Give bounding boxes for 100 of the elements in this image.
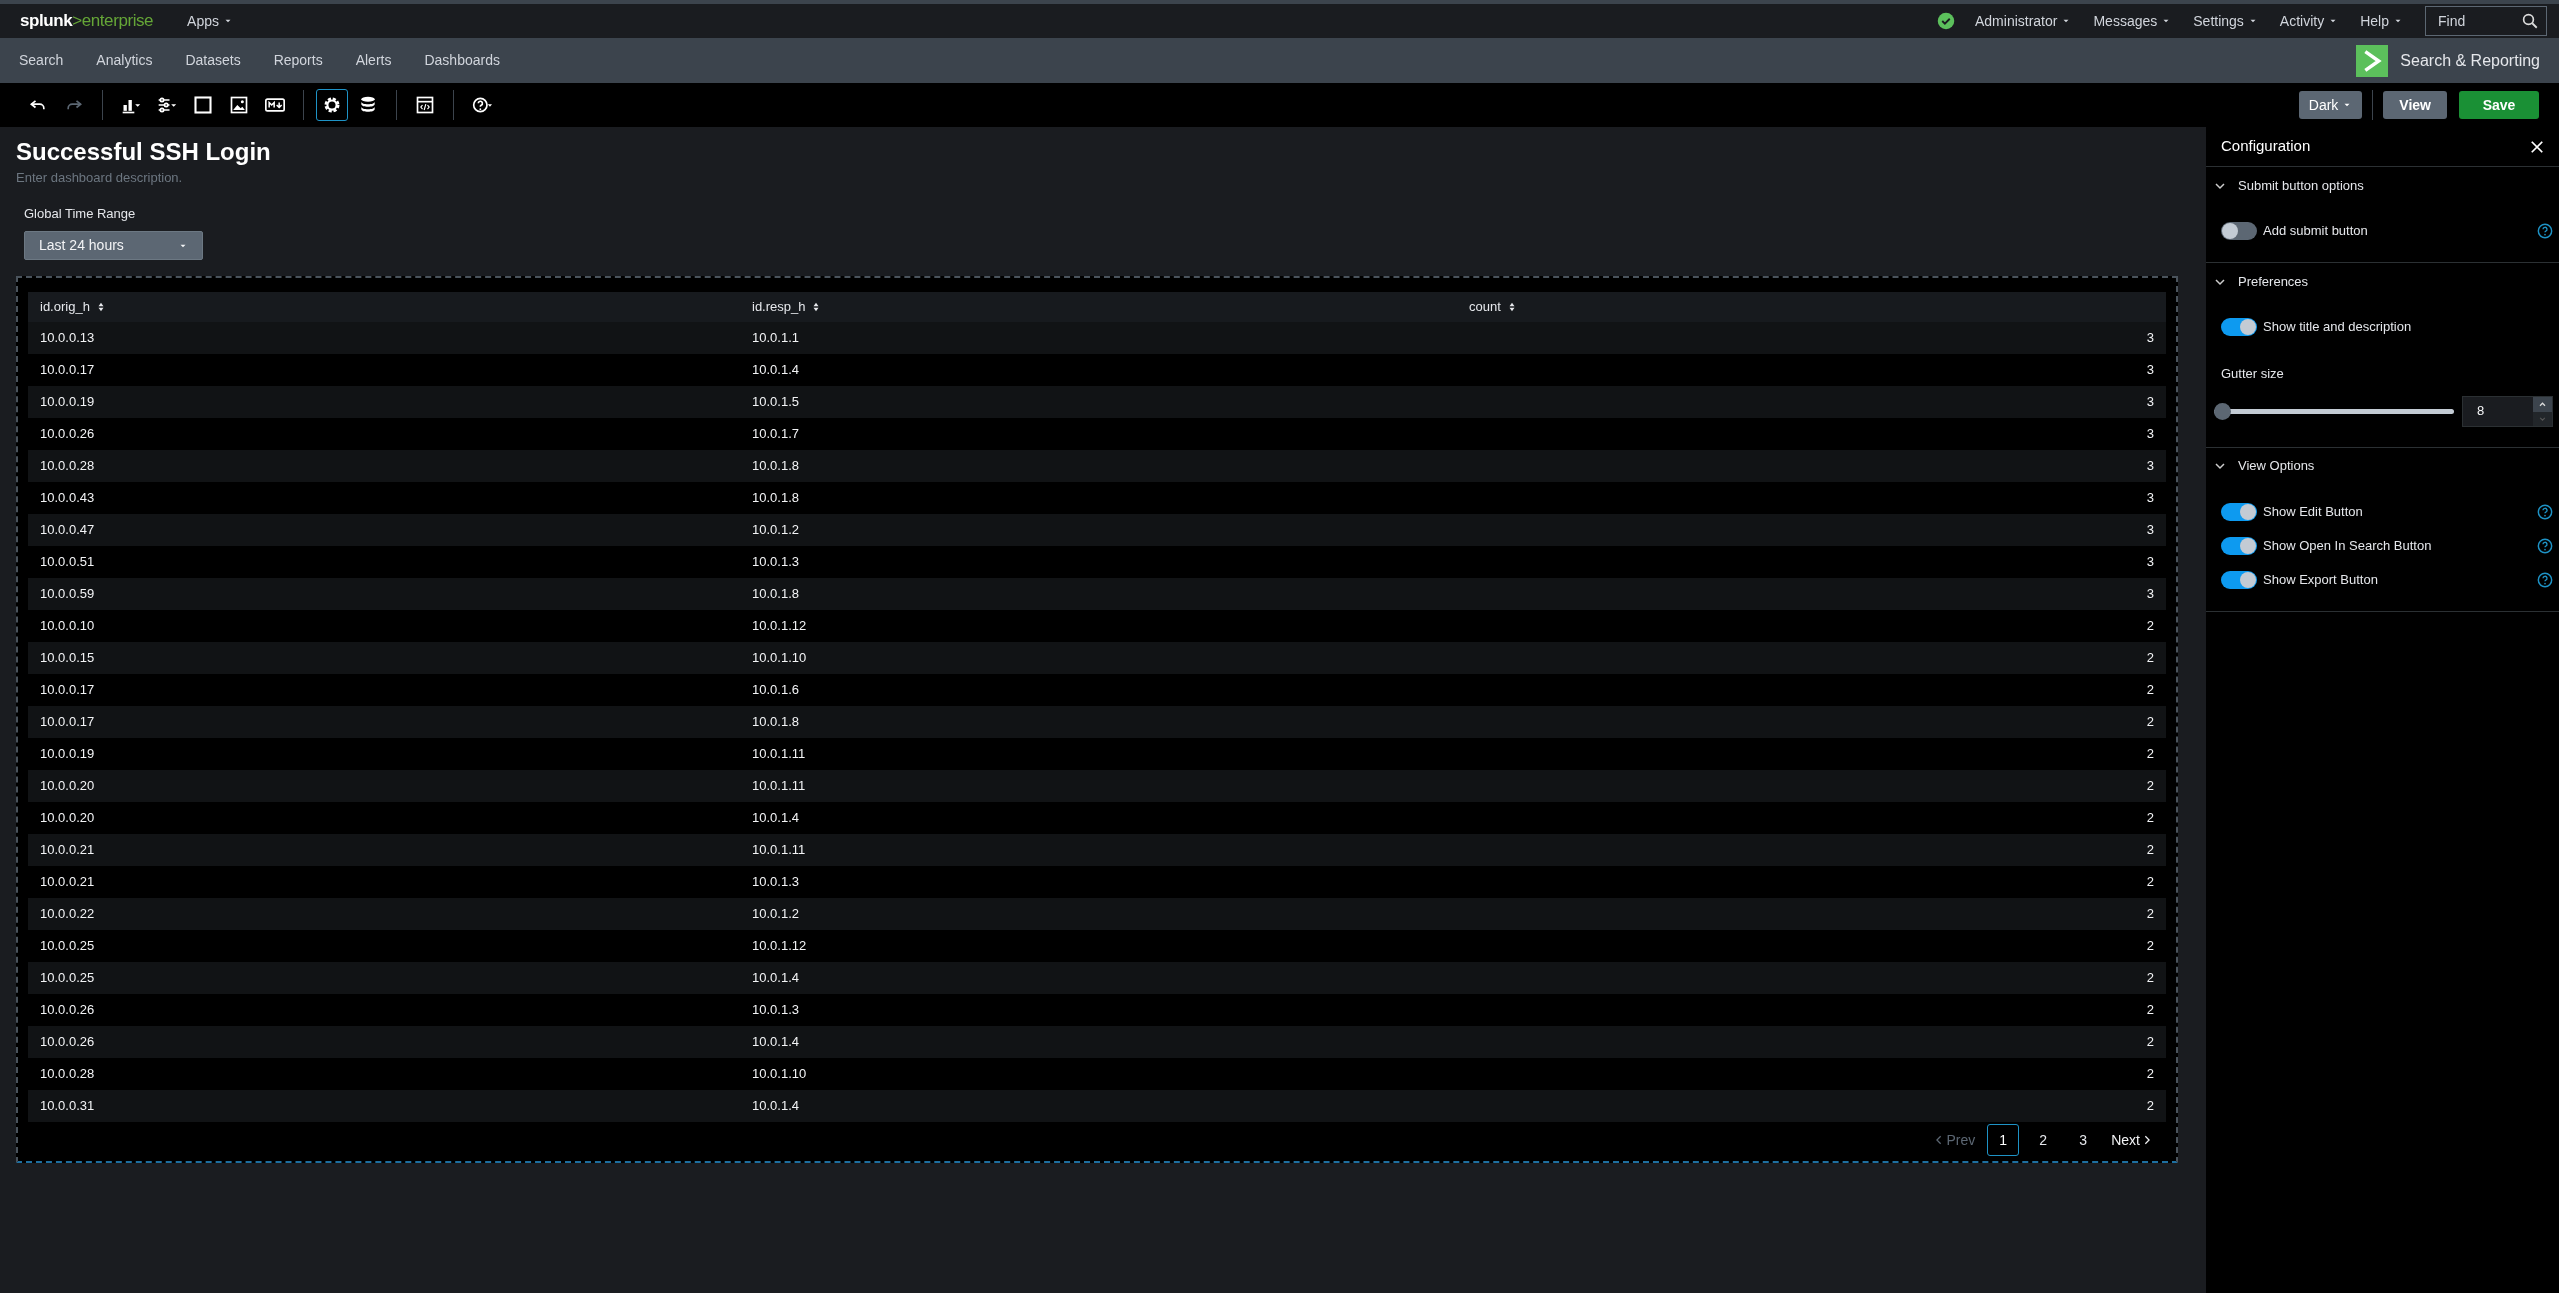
top-menu[interactable]: Settings	[2193, 10, 2258, 32]
time-range-dropdown[interactable]: Last 24 hours	[24, 231, 203, 260]
toggle-label: Show Edit Button	[2263, 502, 2364, 521]
table-cell: 10.0.1.11	[752, 746, 806, 762]
table-cell: 3	[2146, 426, 2154, 442]
settings-button[interactable]	[316, 89, 348, 121]
nav-link[interactable]: Search	[19, 50, 64, 71]
table-cell: 3	[2146, 330, 2154, 346]
toggle-label: Show Open In Search Button	[2263, 536, 2433, 555]
toggle-switch[interactable]	[2221, 318, 2257, 336]
toggle-switch[interactable]	[2221, 536, 2257, 555]
nav-link[interactable]: Analytics	[96, 50, 153, 71]
page-button[interactable]: 2	[2027, 1124, 2060, 1156]
view-button[interactable]: View	[2383, 91, 2447, 119]
settings-icon	[322, 95, 342, 115]
table-cell: 3	[2146, 362, 2154, 378]
section-header[interactable]: Submit button options	[2206, 167, 2364, 204]
close-button[interactable]	[2530, 139, 2544, 154]
table-cell: 10.0.0.59	[40, 586, 95, 602]
column-header[interactable]: id.resp_h	[740, 297, 1457, 317]
table-cell: 10.0.0.21	[40, 874, 95, 890]
column-header[interactable]: id.orig_h	[28, 297, 740, 317]
table-cell: 2	[2146, 1066, 2154, 1082]
slider-thumb[interactable]	[2214, 402, 2231, 420]
chevron-down-icon	[2214, 460, 2226, 472]
table-cell: 10.0.0.51	[40, 554, 95, 570]
chevron-up-icon	[2533, 396, 2552, 412]
table-cell: 10.0.0.10	[40, 618, 95, 634]
table-cell: 3	[2146, 554, 2154, 570]
table-cell: 2	[2146, 714, 2154, 730]
table-cell: 10.0.0.19	[40, 394, 95, 410]
table-cell: 2	[2146, 874, 2154, 890]
toggle-switch[interactable]	[2221, 570, 2257, 589]
table-cell: 10.0.0.28	[40, 1066, 95, 1082]
top-menu[interactable]: Messages	[2093, 10, 2172, 32]
table-cell: 2	[2146, 746, 2154, 762]
dashboard-title: Successful SSH Login	[16, 137, 272, 167]
table-cell: 10.0.0.47	[40, 522, 95, 538]
table-cell: 10.0.0.20	[40, 810, 95, 826]
table-cell: 2	[2146, 970, 2154, 986]
page-button[interactable]: 1	[1987, 1124, 2020, 1156]
toggle-switch[interactable]	[2221, 222, 2257, 240]
sliders-icon	[157, 95, 177, 115]
help-icon[interactable]	[2537, 537, 2553, 554]
number-field[interactable]: 8	[2462, 395, 2553, 427]
nav-link[interactable]: Datasets	[185, 50, 241, 71]
table-cell: 10.0.0.22	[40, 906, 95, 922]
nav-link[interactable]: Dashboards	[424, 50, 500, 71]
table-cell: 10.0.1.12	[752, 618, 807, 634]
table-cell: 10.0.0.25	[40, 938, 95, 954]
table-cell: 10.0.0.15	[40, 650, 95, 666]
table-cell: 10.0.0.31	[40, 1098, 95, 1114]
help-icon[interactable]	[2537, 223, 2553, 239]
table-cell: 10.0.1.4	[752, 1098, 799, 1114]
table-cell: 10.0.1.10	[752, 1066, 807, 1082]
panel-title: Configuration	[2221, 136, 2311, 157]
theme-dropdown[interactable]: Dark	[2298, 91, 2363, 119]
nav-link[interactable]: Alerts	[355, 50, 392, 71]
column-header[interactable]: count	[1457, 297, 2166, 317]
help-icon[interactable]	[2537, 503, 2553, 520]
nav-link[interactable]: Reports	[273, 50, 323, 71]
image-icon	[229, 95, 249, 115]
table-cell: 10.0.1.8	[752, 490, 799, 506]
table-cell: 10.0.0.25	[40, 970, 95, 986]
toggle-switch[interactable]	[2221, 502, 2257, 521]
table-cell: 10.0.0.17	[40, 714, 95, 730]
help-icon	[472, 95, 492, 115]
next-page-button[interactable]: Next	[2107, 1129, 2156, 1151]
table-cell: 10.0.0.13	[40, 330, 95, 346]
page-button[interactable]: 3	[2067, 1124, 2100, 1156]
top-menu[interactable]: Administrator	[1975, 10, 2072, 32]
section-header[interactable]: Preferences	[2206, 263, 2309, 300]
table-cell: 10.0.1.8	[752, 458, 799, 474]
check-circle-icon	[1937, 12, 1955, 30]
table-cell: 10.0.0.21	[40, 842, 95, 858]
apps-menu[interactable]: Apps	[187, 10, 234, 32]
table-cell: 10.0.1.4	[752, 810, 799, 826]
toggle-label: Show Export Button	[2263, 570, 2379, 589]
table-cell: 2	[2146, 1002, 2154, 1018]
table-cell: 3	[2146, 394, 2154, 410]
find-field[interactable]: Find	[2425, 6, 2547, 36]
section-header[interactable]: View Options	[2206, 447, 2315, 485]
close-icon	[2530, 139, 2544, 154]
input-label: Global Time Range	[24, 204, 137, 223]
dashboard-description: Enter dashboard description.	[16, 169, 184, 187]
table-cell: 2	[2146, 842, 2154, 858]
app-name: Search & Reporting	[2400, 50, 2540, 71]
help-icon[interactable]	[2537, 571, 2553, 588]
splunk-logo[interactable]: splunk>enterprise	[20, 8, 154, 34]
save-button[interactable]: Save	[2459, 91, 2539, 119]
top-menu[interactable]: Activity	[2279, 10, 2339, 32]
top-menu[interactable]: Help	[2360, 10, 2403, 32]
table-cell: 10.0.1.8	[752, 586, 799, 602]
table-cell: 10.0.1.12	[752, 938, 807, 954]
slider-track[interactable]	[2214, 402, 2454, 420]
table-cell: 10.0.0.26	[40, 1034, 95, 1050]
table-cell: 10.0.1.3	[752, 874, 799, 890]
slider-label: Gutter size	[2220, 365, 2285, 383]
table-cell: 10.0.1.11	[752, 842, 806, 858]
table-cell: 2	[2146, 1034, 2154, 1050]
